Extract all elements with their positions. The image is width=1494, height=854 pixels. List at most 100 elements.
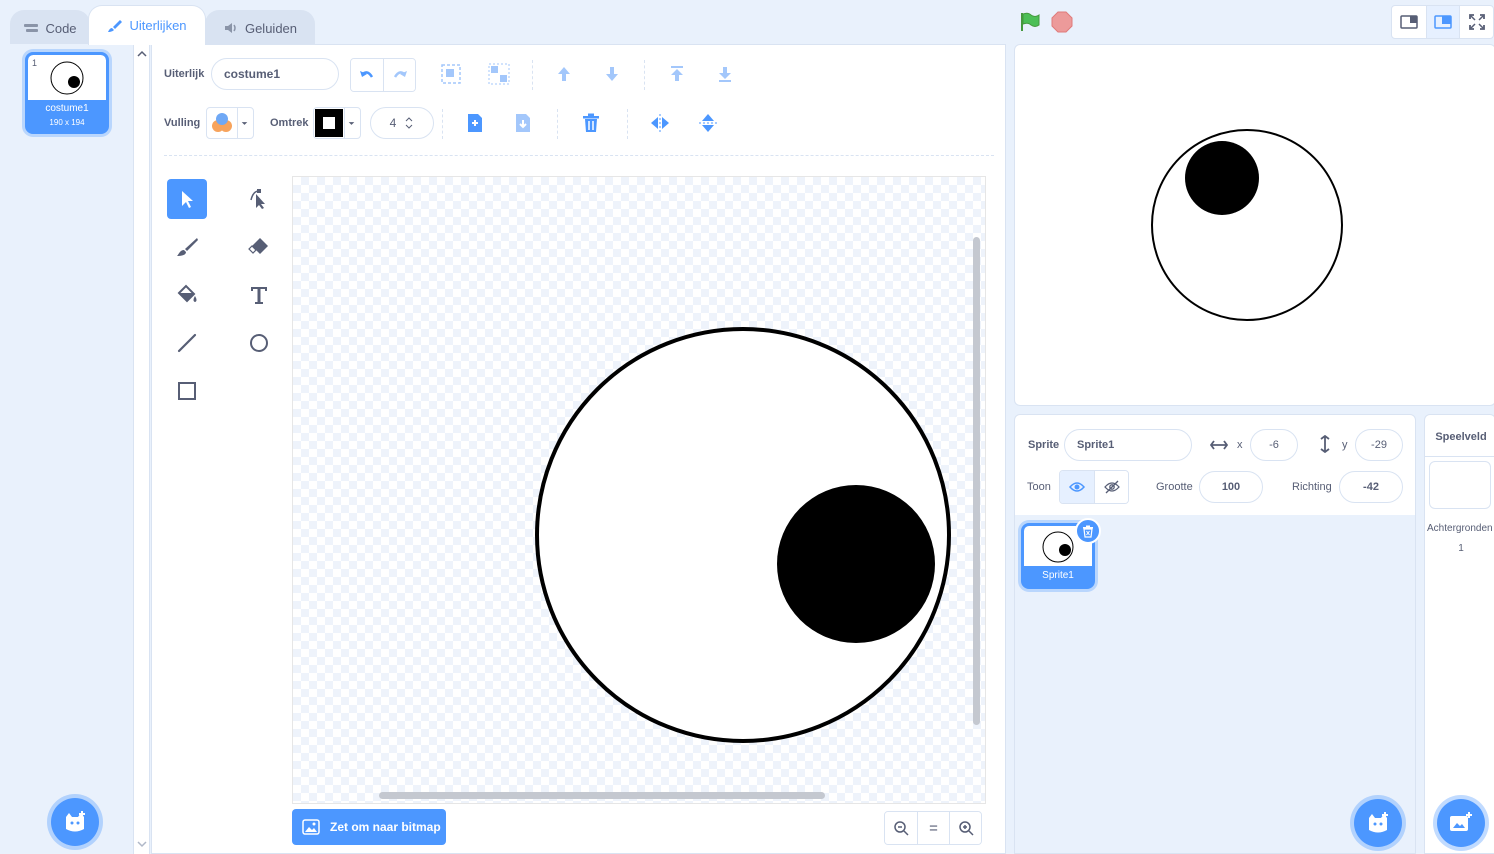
backward-button[interactable]: [596, 58, 628, 90]
ungroup-icon: [488, 63, 510, 85]
outline-color-picker[interactable]: [313, 107, 361, 139]
y-input[interactable]: -29: [1355, 429, 1403, 461]
flip-horizontal-button[interactable]: [644, 107, 676, 139]
hide-button[interactable]: [1094, 471, 1128, 503]
horizontal-arrows-icon: [1210, 440, 1228, 450]
redo-button[interactable]: [383, 59, 415, 91]
brush-icon: [177, 238, 198, 256]
stage-size-toggle: [1391, 5, 1494, 39]
x-input[interactable]: -6: [1250, 429, 1298, 461]
eye-costume-drawing[interactable]: [293, 177, 986, 804]
toolbar-divider: [164, 155, 994, 156]
reshape-tool[interactable]: [239, 179, 279, 219]
direction-label: Richting: [1292, 481, 1332, 493]
green-flag-button[interactable]: [1018, 10, 1042, 34]
copy-button[interactable]: [459, 107, 491, 139]
circle-tool[interactable]: [239, 323, 279, 363]
add-sprite-button[interactable]: [1354, 799, 1402, 847]
zoom-in-button[interactable]: [949, 812, 981, 844]
ungroup-button[interactable]: [483, 58, 515, 90]
paint-editor: Uiterlijk costume1 Vulling Omtrek 4 Zet …: [151, 44, 1006, 854]
tab-costumes[interactable]: Uiterlijken: [88, 5, 206, 45]
tab-sounds[interactable]: Geluiden: [205, 10, 315, 45]
fill-label: Vulling: [164, 117, 201, 129]
costume-thumbnail: [28, 55, 106, 100]
rectangle-icon: [178, 382, 196, 400]
chevron-down-icon: [237, 108, 248, 138]
zoom-out-button[interactable]: [885, 812, 917, 844]
canvas-vertical-scrollbar[interactable]: [973, 237, 980, 725]
arrow-pointer-icon: [182, 191, 193, 208]
undo-button[interactable]: [351, 59, 383, 91]
costume-name-label: Uiterlijk: [164, 68, 205, 80]
outline-swatch-icon: [315, 109, 343, 137]
costume-name-input[interactable]: costume1: [211, 58, 339, 90]
show-button[interactable]: [1060, 471, 1094, 503]
vertical-arrows-icon: [1320, 435, 1330, 453]
paste-button[interactable]: [507, 107, 539, 139]
canvas-horizontal-scrollbar[interactable]: [379, 792, 825, 799]
image-plus-icon: [1450, 812, 1472, 831]
zoom-reset-button[interactable]: =: [917, 812, 949, 844]
code-icon: [24, 24, 39, 32]
rectangle-tool[interactable]: [167, 371, 207, 411]
costume-item[interactable]: 1 costume1 190 x 194: [25, 52, 109, 134]
paint-bucket-icon: [177, 284, 197, 303]
sprite-name-input[interactable]: Sprite1: [1064, 429, 1192, 461]
normal-stage-button[interactable]: [1425, 6, 1460, 38]
scroll-down-icon: [137, 841, 147, 848]
forward-button[interactable]: [548, 58, 580, 90]
visibility-toggle: [1059, 470, 1129, 504]
fullscreen-button[interactable]: [1459, 6, 1493, 38]
costume-name: costume1: [45, 103, 89, 114]
backdrops-count: 1: [1458, 543, 1464, 554]
stop-button[interactable]: [1050, 10, 1074, 34]
fill-color-picker[interactable]: [206, 107, 254, 139]
front-button[interactable]: [661, 58, 693, 90]
fill-swatch-icon: [212, 113, 232, 132]
group-button[interactable]: [435, 58, 467, 90]
stage-sprite-eye[interactable]: [1015, 45, 1494, 406]
sprite-list: Sprite1: [1014, 515, 1416, 854]
line-tool[interactable]: [167, 323, 207, 363]
select-tool[interactable]: [167, 179, 207, 219]
eye-icon: [1069, 482, 1085, 492]
back-button[interactable]: [709, 58, 741, 90]
convert-to-bitmap-button[interactable]: Zet om naar bitmap: [292, 809, 446, 845]
text-tool[interactable]: [239, 275, 279, 315]
small-stage-button[interactable]: [1392, 6, 1426, 38]
size-input[interactable]: 100: [1199, 471, 1263, 503]
sprite-info-panel: Sprite Sprite1 x -6 y -29 Toon Grootte 1…: [1014, 414, 1416, 516]
flip-vertical-button[interactable]: [692, 107, 724, 139]
stepper-icon[interactable]: [404, 115, 414, 131]
stage[interactable]: [1014, 44, 1494, 406]
small-stage-icon: [1400, 15, 1418, 29]
x-label: x: [1237, 439, 1243, 451]
costume-size: 190 x 194: [49, 118, 85, 127]
toolbar-separator: [442, 109, 443, 139]
delete-sprite-button[interactable]: [1075, 518, 1101, 544]
send-back-icon: [719, 67, 731, 82]
flip-horizontal-icon: [651, 114, 669, 132]
backdrop-thumbnail[interactable]: [1429, 461, 1491, 509]
stage-selector[interactable]: Speelveld Achtergronden 1: [1424, 414, 1494, 854]
delete-button[interactable]: [575, 107, 607, 139]
arrow-up-icon: [558, 67, 570, 81]
eraser-tool[interactable]: [239, 227, 279, 267]
outline-width-value: 4: [389, 116, 397, 130]
paint-canvas[interactable]: [292, 176, 986, 804]
flip-vertical-icon: [699, 114, 717, 132]
bring-front-icon: [671, 66, 683, 81]
tab-sounds-label: Geluiden: [244, 20, 298, 36]
add-costume-button[interactable]: [51, 798, 99, 846]
outline-width-input[interactable]: 4: [370, 107, 434, 139]
tab-costumes-label: Uiterlijken: [129, 18, 187, 33]
add-backdrop-button[interactable]: [1437, 799, 1485, 847]
costume-list-scrollbar[interactable]: [134, 44, 150, 854]
direction-input[interactable]: -42: [1339, 471, 1403, 503]
brush-tool[interactable]: [167, 227, 207, 267]
tab-code[interactable]: Code: [10, 10, 90, 45]
stage-pane-title: Speelveld: [1435, 431, 1487, 443]
brush-icon: [108, 19, 123, 32]
fill-tool[interactable]: [167, 275, 207, 315]
